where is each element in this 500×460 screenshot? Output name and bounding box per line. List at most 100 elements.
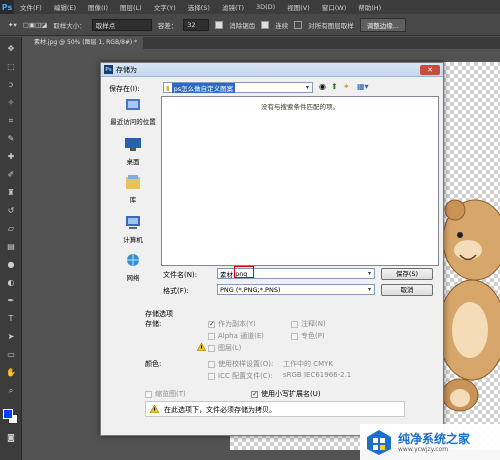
icc-profile-checkbox[interactable]: [208, 373, 215, 380]
sample-size-select[interactable]: 取样点: [91, 18, 152, 31]
as-copy-label: 作为副本(Y): [218, 320, 256, 328]
crop-tool-icon[interactable]: ⌗: [4, 115, 18, 127]
view-menu-icon[interactable]: ▦▾: [357, 82, 369, 91]
menu-file[interactable]: 文件(F): [14, 2, 48, 12]
all-layers-label: 对所有图层取样: [308, 21, 354, 30]
options-bar: ✦▾ ▢▣◫◪ 取样大小： 取样点 容差： 32 消除锯齿 连续 对所有图层取样…: [0, 14, 500, 36]
menu-3d[interactable]: 3D(D): [250, 3, 281, 11]
save-in-select[interactable]: ▮ ps怎么做自定义图案 ▾: [163, 82, 313, 93]
place-recent[interactable]: 最近访问的位置: [105, 96, 161, 126]
gradient-tool-icon[interactable]: ▤: [4, 241, 18, 253]
notes-checkbox[interactable]: [291, 321, 298, 328]
chevron-down-icon: ▾: [367, 286, 371, 293]
brush-tool-icon[interactable]: ✐: [4, 169, 18, 181]
format-label: 格式(F):: [163, 287, 189, 295]
filename-label: 文件名(N):: [163, 271, 198, 279]
warning-icon: [150, 405, 159, 413]
tools-panel: ✥ ⬚ ↄ ✧ ⌗ ✎ ✚ ✐ ♜ ↺ ▱ ▤ ● ◐ ✒ T ➤ ▭ ✋ ⌕ …: [0, 37, 22, 460]
proof-setup-label: 使用校样设置(O):: [218, 360, 274, 368]
format-select[interactable]: PNG (*.PNG;*.PNS) ▾: [217, 284, 375, 295]
layers-label: 图层(L): [218, 344, 242, 352]
place-label: 计算机: [123, 236, 143, 244]
selection-mode-icons[interactable]: ▢▣◫◪: [23, 21, 48, 29]
marquee-tool-icon[interactable]: ⬚: [4, 61, 18, 73]
hand-tool-icon[interactable]: ✋: [4, 367, 18, 379]
place-label: 最近访问的位置: [110, 118, 156, 126]
history-brush-icon[interactable]: ↺: [4, 205, 18, 217]
contiguous-checkbox[interactable]: [261, 20, 270, 29]
network-icon: [127, 254, 139, 266]
menu-filter[interactable]: 滤镜(T): [216, 2, 250, 12]
document-tab[interactable]: 素材.jpg @ 50% (图层 1, RGB/8#) *: [28, 37, 144, 49]
lasso-tool-icon[interactable]: ↄ: [4, 79, 18, 91]
place-network[interactable]: 网络: [105, 252, 161, 282]
up-folder-icon[interactable]: ⬆: [331, 82, 338, 91]
dialog-titlebar[interactable]: Ps 存储为: [101, 63, 443, 77]
file-list[interactable]: 没有与搜索条件匹配的项。: [161, 96, 439, 266]
all-layers-checkbox[interactable]: [294, 20, 303, 29]
alpha-channels-checkbox[interactable]: [208, 333, 215, 340]
clone-stamp-icon[interactable]: ♜: [4, 187, 18, 199]
tolerance-label: 容差：: [157, 21, 178, 30]
proof-setup-checkbox[interactable]: [208, 361, 215, 368]
quick-mask-icon[interactable]: ◙: [4, 432, 18, 444]
menu-layer[interactable]: 图层(L): [114, 2, 148, 12]
photoshop-logo: Ps: [0, 0, 14, 14]
menu-type[interactable]: 文字(Y): [148, 2, 182, 12]
place-computer[interactable]: 计算机: [105, 214, 161, 244]
refine-edge-button[interactable]: 调整边缘...: [359, 17, 406, 32]
dodge-tool-icon[interactable]: ◐: [4, 277, 18, 289]
ps-icon: Ps: [104, 65, 113, 74]
eraser-tool-icon[interactable]: ▱: [4, 223, 18, 235]
shape-tool-icon[interactable]: ▭: [4, 349, 18, 361]
filename-ext-highlight: [234, 266, 254, 278]
place-label: 库: [129, 196, 137, 204]
menu-select[interactable]: 选择(S): [182, 2, 216, 12]
eyedropper-tool-icon[interactable]: ✎: [4, 133, 18, 145]
tolerance-input[interactable]: 32: [183, 18, 210, 31]
menu-edit[interactable]: 编辑(E): [48, 2, 82, 12]
lowercase-ext-checkbox[interactable]: [251, 390, 258, 398]
watermark: 纯净系统之家 www.ycwjzy.com: [360, 424, 500, 460]
path-selection-icon[interactable]: ➤: [4, 331, 18, 343]
warning-panel: 在此选项下，文件必须存储为拷贝。: [145, 401, 405, 417]
magic-wand-icon[interactable]: ✧: [4, 97, 18, 109]
library-icon: [126, 175, 140, 189]
foreground-color-swatch[interactable]: [3, 409, 13, 419]
save-label: 存储:: [145, 320, 162, 328]
menu-help[interactable]: 帮助(H): [352, 2, 387, 12]
folder-icon: ▮: [166, 83, 170, 92]
menu-window[interactable]: 窗口(W): [316, 2, 353, 12]
place-desktop[interactable]: 桌面: [105, 136, 161, 166]
dialog-title: 存储为: [116, 65, 137, 74]
desktop-icon: [125, 138, 141, 151]
layers-checkbox[interactable]: [208, 345, 215, 352]
magic-wand-tool-icon[interactable]: ✦▾: [8, 21, 17, 29]
icc-profile-label: ICC 配置文件(C):: [218, 372, 273, 380]
as-copy-checkbox[interactable]: [208, 320, 215, 328]
healing-brush-icon[interactable]: ✚: [4, 151, 18, 163]
close-button[interactable]: ✕: [420, 65, 440, 75]
empty-message: 没有与搜索条件匹配的项。: [261, 103, 339, 111]
place-library[interactable]: 库: [105, 174, 161, 204]
lowercase-ext-label: 使用小写扩展名(U): [261, 390, 321, 398]
menu-view[interactable]: 视图(V): [281, 2, 316, 12]
save-as-dialog: Ps 存储为 ✕ 保存在(I): ▮ ps怎么做自定义图案 ▾ ◉ ⬆ ✦ ▦▾…: [100, 62, 444, 436]
thumbnail-checkbox[interactable]: [145, 391, 152, 398]
blur-tool-icon[interactable]: ●: [4, 259, 18, 271]
chevron-down-icon: ▾: [305, 84, 309, 91]
type-tool-icon[interactable]: T: [4, 313, 18, 325]
cancel-button[interactable]: 取消: [381, 284, 433, 296]
recent-places-icon: [126, 99, 140, 110]
antialias-checkbox[interactable]: [215, 20, 224, 29]
document-tab-bar: 素材.jpg @ 50% (图层 1, RGB/8#) *: [28, 37, 500, 49]
save-button[interactable]: 保存(S): [381, 268, 433, 280]
spot-colors-checkbox[interactable]: [291, 333, 298, 340]
move-tool-icon[interactable]: ✥: [4, 43, 18, 55]
pen-tool-icon[interactable]: ✒: [4, 295, 18, 307]
zoom-tool-icon[interactable]: ⌕: [4, 385, 18, 397]
new-folder-icon[interactable]: ✦: [343, 82, 350, 91]
menu-image[interactable]: 图像(I): [82, 2, 114, 12]
sample-size-label: 取样大小：: [53, 21, 86, 30]
back-icon[interactable]: ◉: [319, 82, 326, 91]
